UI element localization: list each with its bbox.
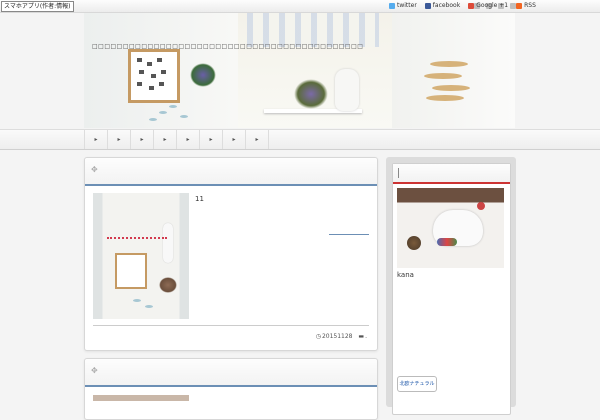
nav-item[interactable]: ▸: [130, 130, 153, 149]
nav-item[interactable]: ▸: [245, 130, 269, 149]
site-title[interactable]: □□□□□□□□□□□□□□□□□□□□□□□□□□□□□□□□□□□□□□□□…: [92, 43, 363, 50]
plant-pot: [294, 79, 328, 109]
app-badge[interactable]: スマホアプリ(作者:情報): [1, 1, 74, 12]
plant-wreath: [190, 63, 216, 87]
post-divider: [329, 234, 369, 235]
global-nav: ▸ ▸ ▸ ▸ ▸ ▸ ▸ ▸: [0, 129, 600, 150]
facebook-icon: [424, 3, 431, 9]
clock-icon: ◷: [315, 333, 321, 340]
post-thumbnail[interactable]: [93, 395, 189, 401]
share-links: twitter facebook Google +1 RSS: [389, 2, 536, 10]
nav-item[interactable]: ▸: [84, 130, 107, 149]
polar-bear-figure: [335, 69, 359, 111]
blog-post: ✥: [84, 358, 378, 420]
puzzle-icon: ✥: [91, 366, 98, 375]
facebook-link[interactable]: facebook: [424, 2, 460, 10]
header-photo-fish: [392, 13, 515, 128]
nav-item[interactable]: ▸: [153, 130, 176, 149]
nav-item[interactable]: ▸: [176, 130, 199, 149]
header-photo-frame: [84, 13, 238, 128]
post-date: 20151128: [321, 333, 353, 340]
post-thumbnail[interactable]: [93, 193, 189, 319]
picture-frame: [128, 49, 180, 103]
profile-image[interactable]: [397, 188, 504, 268]
sidebar: kana 北欧ナチュラル: [386, 157, 516, 415]
nordic-natural-banner[interactable]: 北欧ナチュラル: [397, 376, 437, 392]
nav-item[interactable]: ▸: [107, 130, 130, 149]
google-plus-link[interactable]: Google +1: [468, 2, 508, 10]
profile-name[interactable]: kana: [397, 271, 414, 279]
post-meta: ◷20151128 ▬.: [312, 333, 367, 340]
nav-item[interactable]: ▸: [199, 130, 222, 149]
folder-icon: ▬: [358, 333, 365, 340]
profile-widget: kana 北欧ナチュラル: [392, 163, 511, 415]
post-title[interactable]: 11: [195, 195, 204, 203]
header-banner[interactable]: □□□□□□□□□□□□□□□□□□□□□□□□□□□□□□□□□□□□□□□□…: [84, 13, 515, 128]
post-footer-separator: [93, 325, 369, 326]
rss-icon: [516, 3, 523, 9]
twitter-icon: [389, 3, 395, 9]
post-header: ✥: [85, 359, 377, 387]
rss-link[interactable]: RSS: [516, 2, 536, 10]
puzzle-icon: ✥: [91, 165, 98, 174]
nav-item[interactable]: ▸: [222, 130, 245, 149]
google-plus-icon: [468, 3, 475, 9]
blog-post: ✥ 11 ◷20151128 ▬.: [84, 157, 378, 351]
widget-header: [393, 164, 510, 184]
post-header: ✥: [85, 158, 377, 186]
post-category[interactable]: .: [365, 333, 367, 340]
top-bar: スマホアプリ(作者:情報) twitter facebook Google +1…: [0, 0, 600, 13]
twitter-link[interactable]: twitter: [389, 2, 417, 10]
